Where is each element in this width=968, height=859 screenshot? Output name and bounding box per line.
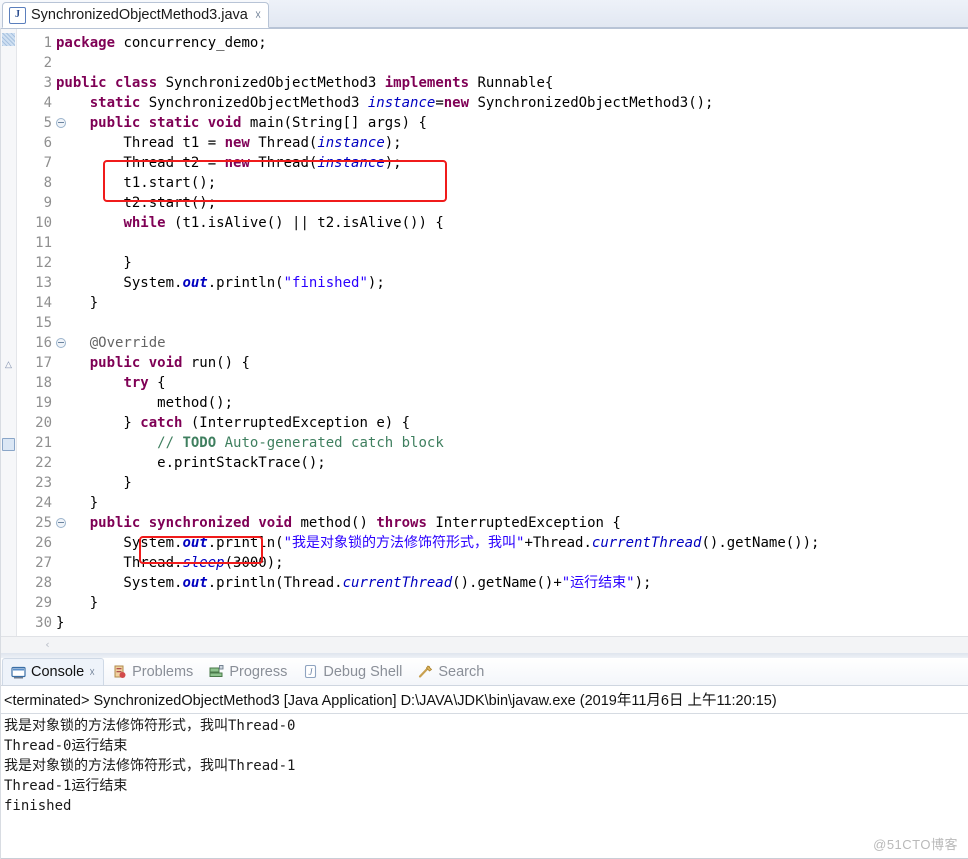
source-code-area[interactable]: package concurrency_demo; public class S…: [56, 29, 968, 636]
debug-shell-icon: J: [303, 664, 318, 679]
code-line-17: public void run() {: [89, 355, 250, 371]
code-line-4: static SynchronizedObjectMethod3 instanc…: [89, 95, 714, 111]
code-line-25: public synchronized void method() throws…: [89, 515, 621, 531]
line-number-13: 13: [35, 275, 52, 291]
line-number-14: 14: [35, 295, 52, 311]
view-tab-label: Progress: [229, 663, 288, 680]
code-line-5: public static void main(String[] args) {: [89, 115, 427, 131]
view-tab-console[interactable]: Console ☓: [2, 658, 105, 685]
line-number-6: 6: [43, 135, 52, 151]
console-output[interactable]: 我是对象锁的方法修饰符形式，我叫Thread-0 Thread-0运行结束 我是…: [0, 714, 968, 848]
bottom-view-tab-bar: Console ☓ Problems Progress J Debug Shell Sear…: [0, 658, 968, 686]
code-line-18: try {: [123, 375, 166, 391]
tab-bar-empty-area: [269, 0, 968, 28]
occurrence-marker-icon: [2, 33, 15, 46]
code-line-14: }: [56, 295, 99, 311]
line-number-17: 17: [35, 355, 52, 371]
view-tab-label: Console: [31, 664, 85, 680]
code-line-1: package concurrency_demo;: [56, 35, 267, 51]
code-line-6: Thread t1 = new Thread(instance);: [56, 135, 402, 151]
line-number-30: 30: [35, 615, 52, 631]
line-number-27: 27: [35, 555, 52, 571]
code-line-29: }: [56, 595, 99, 611]
line-number-10: 10: [35, 215, 52, 231]
line-number-1: 1: [43, 35, 52, 51]
line-number-7: 7: [43, 155, 52, 171]
line-number-15: 15: [35, 315, 52, 331]
search-icon: [418, 664, 433, 679]
scroll-left-arrow-icon[interactable]: ‹: [39, 637, 56, 653]
view-tab-debug-shell[interactable]: J Debug Shell: [295, 659, 410, 684]
view-tab-label: Search: [438, 663, 485, 680]
line-number-11: 11: [35, 235, 52, 251]
annotation-ruler[interactable]: △: [0, 29, 17, 636]
line-number-25: 25: [17, 513, 66, 533]
code-line-19: method();: [56, 395, 234, 411]
code-line-22: e.printStackTrace();: [56, 455, 326, 471]
line-number-12: 12: [35, 255, 52, 271]
editor-tab-label: SynchronizedObjectMethod3.java: [31, 7, 248, 23]
code-line-3: public class SynchronizedObjectMethod3 i…: [56, 75, 554, 91]
line-number-16: 16: [17, 333, 66, 353]
java-file-icon: J: [9, 6, 26, 24]
code-line-10: while (t1.isAlive() || t2.isAlive()) {: [123, 215, 444, 231]
console-process-header: <terminated> SynchronizedObjectMethod3 […: [0, 686, 968, 714]
window-left-border: [0, 28, 1, 859]
code-line-23: }: [56, 475, 132, 491]
close-icon[interactable]: ☓: [89, 666, 95, 679]
scrollbar-track[interactable]: [56, 638, 968, 652]
line-number-29: 29: [35, 595, 52, 611]
line-number-2: 2: [43, 55, 52, 71]
code-line-27: Thread.sleep(3000);: [56, 555, 284, 571]
line-number-8: 8: [43, 175, 52, 191]
watermark: @51CTO博客: [873, 837, 958, 852]
line-number-5: 5: [17, 113, 66, 133]
problems-icon: [112, 664, 127, 679]
code-line-12: }: [56, 255, 132, 271]
line-number-22: 22: [35, 455, 52, 471]
code-editor[interactable]: △ 1 2 3 4 5 6 7 8 9 10 11 12 13 14 15 16 17 18 19 20 21 22 23 2…: [0, 29, 968, 636]
line-number-23: 23: [35, 475, 52, 491]
close-icon[interactable]: ☓: [255, 8, 261, 22]
override-indicator-icon: △: [5, 359, 12, 369]
line-number-3: 3: [43, 75, 52, 91]
line-number-9: 9: [43, 195, 52, 211]
todo-task-marker-icon[interactable]: [2, 438, 15, 451]
view-tab-label: Debug Shell: [323, 663, 403, 680]
line-number-18: 18: [35, 375, 52, 391]
editor-tab-bar: J SynchronizedObjectMethod3.java ☓: [0, 0, 968, 29]
line-number-24: 24: [35, 495, 52, 511]
line-number-20: 20: [35, 415, 52, 431]
line-number-26: 26: [35, 535, 52, 551]
view-tab-label: Problems: [132, 663, 194, 680]
code-line-21: // TODO Auto-generated catch block: [157, 435, 444, 451]
editor-horizontal-scrollbar[interactable]: ‹: [0, 636, 968, 653]
code-line-16: @Override: [89, 335, 166, 351]
code-line-20: } catch (InterruptedException e) {: [56, 415, 411, 431]
line-number-21: 21: [35, 435, 52, 451]
editor-tab-synchronizedobjectmethod3[interactable]: J SynchronizedObjectMethod3.java ☓: [2, 2, 270, 28]
code-line-24: }: [56, 495, 99, 511]
code-line-7: Thread t2 = new Thread(instance);: [56, 155, 402, 171]
code-line-13: System.out.println("finished");: [56, 275, 385, 291]
view-tab-problems[interactable]: Problems: [104, 659, 201, 684]
line-number-ruler: 1 2 3 4 5 6 7 8 9 10 11 12 13 14 15 16 17 18 19 20 21 22 23 24 2…: [17, 29, 66, 636]
code-line-26: System.out.println("我是对象锁的方法修饰符形式，我叫"+Th…: [56, 535, 820, 551]
view-tab-progress[interactable]: Progress: [201, 659, 295, 684]
progress-icon: [209, 664, 224, 679]
console-icon: [11, 665, 26, 680]
line-number-19: 19: [35, 395, 52, 411]
line-number-28: 28: [35, 575, 52, 591]
code-line-9: t2.start();: [56, 195, 217, 211]
code-line-8: t1.start();: [56, 175, 217, 191]
code-line-30: }: [56, 615, 65, 631]
line-number-4: 4: [43, 95, 52, 111]
code-line-28: System.out.println(Thread.currentThread(…: [56, 575, 652, 591]
view-tab-search[interactable]: Search: [410, 659, 492, 684]
